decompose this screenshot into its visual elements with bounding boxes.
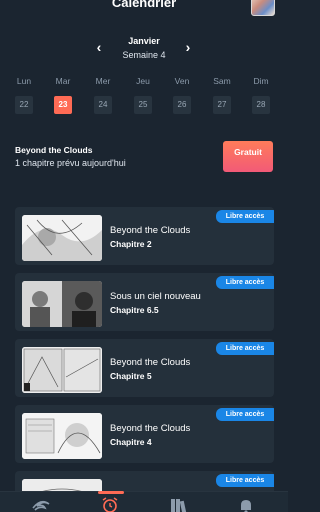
chapter-number: Chapitre 5: [110, 371, 152, 381]
bottom-navigation: [0, 491, 288, 512]
free-access-badge: Libre accès: [216, 474, 274, 487]
chapter-number: Chapitre 2: [110, 239, 152, 249]
day-jeu[interactable]: Jeu 25: [133, 76, 153, 114]
day-mar[interactable]: Mar 23: [53, 76, 73, 114]
day-date: 27: [213, 96, 231, 114]
free-access-badge: Libre accès: [216, 408, 274, 421]
chapter-card[interactable]: Beyond the Clouds Chapitre 2 Libre accès: [15, 207, 274, 265]
chapter-series-title: Sous un ciel nouveau: [110, 291, 201, 302]
day-date: 26: [173, 96, 191, 114]
chapter-thumbnail: [22, 347, 102, 393]
active-tab-indicator: [98, 491, 124, 494]
day-name: Sam: [213, 76, 231, 86]
free-button[interactable]: Gratuit: [223, 141, 273, 172]
free-access-badge: Libre accès: [216, 342, 274, 355]
day-name: Mer: [95, 76, 111, 86]
home-icon[interactable]: [31, 496, 53, 512]
day-name: Dim: [253, 76, 269, 86]
day-mer[interactable]: Mer 24: [93, 76, 113, 114]
day-name: Lun: [16, 76, 32, 86]
bell-icon[interactable]: [236, 496, 258, 512]
chapter-thumbnail: [22, 215, 102, 261]
avatar[interactable]: [251, 0, 275, 16]
library-icon[interactable]: [168, 496, 190, 512]
day-sam[interactable]: Sam 27: [212, 76, 232, 114]
chapter-series-title: Beyond the Clouds: [110, 423, 191, 434]
day-ven[interactable]: Ven 26: [172, 76, 192, 114]
day-name: Mar: [55, 76, 71, 86]
free-access-badge: Libre accès: [216, 210, 274, 223]
chapter-card[interactable]: Sous un ciel nouveau Chapitre 6.5 Libre …: [15, 273, 274, 331]
month-label: Janvier: [128, 36, 160, 46]
page-title: Calendrier: [111, 0, 177, 10]
next-week-button[interactable]: ›: [181, 39, 195, 55]
day-lun[interactable]: Lun 22: [14, 76, 34, 114]
chapter-number: Chapitre 6.5: [110, 305, 159, 315]
day-dim[interactable]: Dim 28: [251, 76, 271, 114]
chapter-card[interactable]: Beyond the Clouds Chapitre 5 Libre accès: [15, 339, 274, 397]
chapter-thumbnail: [22, 413, 102, 459]
chapter-card[interactable]: Beyond the Clouds Chapitre 4 Libre accès: [15, 405, 274, 463]
week-label: Semaine 4: [122, 50, 166, 60]
chapter-thumbnail: [22, 281, 102, 327]
day-date: 25: [134, 96, 152, 114]
free-access-badge: Libre accès: [216, 276, 274, 289]
day-date: 22: [15, 96, 33, 114]
chapter-series-title: Beyond the Clouds: [110, 357, 191, 368]
day-date: 24: [94, 96, 112, 114]
day-date: 28: [252, 96, 270, 114]
week-navigator: ‹ Janvier Semaine 4 ›: [0, 36, 288, 62]
header: Calendrier: [0, 0, 288, 13]
day-name: Jeu: [136, 76, 150, 86]
alarm-icon[interactable]: [100, 496, 122, 512]
chapter-series-title: Beyond the Clouds: [110, 225, 191, 236]
day-date: 23: [54, 96, 72, 114]
chapter-number: Chapitre 4: [110, 437, 152, 447]
day-name: Ven: [174, 76, 190, 86]
